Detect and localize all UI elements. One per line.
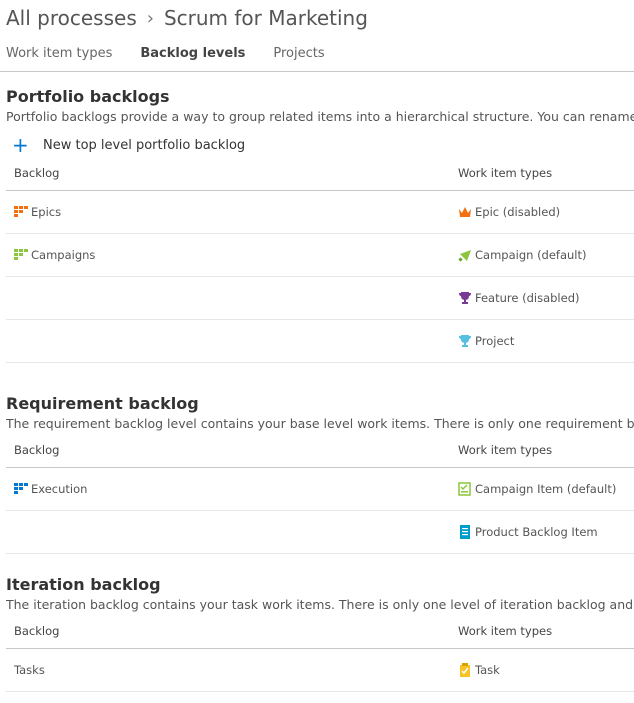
section-description: Portfolio backlogs provide a way to grou…	[6, 109, 634, 124]
new-portfolio-backlog-button[interactable]: + New top level portfolio backlog	[12, 134, 634, 156]
column-header-backlog: Backlog	[14, 624, 60, 638]
tab-backlog-levels[interactable]: Backlog levels	[140, 46, 245, 61]
backlog-blue-icon	[14, 483, 28, 494]
breadcrumb-current: Scrum for Marketing	[163, 6, 368, 30]
backlog-name: Execution	[31, 482, 88, 496]
checklist-icon	[458, 482, 471, 496]
section-title: Iteration backlog	[6, 575, 161, 594]
tab-bar: Work item types Backlog levels Projects	[6, 46, 353, 61]
column-header-work-item-types: Work item types	[458, 443, 553, 457]
megaphone-icon	[458, 250, 471, 262]
tab-work-item-types[interactable]: Work item types	[6, 46, 112, 61]
backlog-name: Epics	[31, 205, 62, 219]
table-row[interactable]: Epics Epic (disabled)	[6, 191, 634, 234]
table-row[interactable]: Tasks Task	[6, 649, 634, 692]
table-row[interactable]: Campaigns Campaign (default)	[6, 234, 634, 277]
requirement-table: Backlog Work item types Execution Campai…	[6, 433, 634, 554]
column-header-work-item-types: Work item types	[458, 166, 553, 180]
requirement-backlog-section: Requirement backlog The requirement back…	[6, 394, 634, 554]
table-header: Backlog Work item types	[6, 433, 634, 468]
work-item-type: Product Backlog Item	[475, 525, 598, 539]
breadcrumb-root-link[interactable]: All processes	[6, 6, 137, 30]
table-row[interactable]: Project	[6, 320, 634, 363]
work-item-type: Feature (disabled)	[475, 291, 580, 305]
work-item-type: Campaign Item (default)	[475, 482, 617, 496]
backlog-orange-icon	[14, 206, 28, 217]
section-title: Requirement backlog	[6, 394, 199, 413]
backlog-green-icon	[14, 249, 28, 260]
work-item-type: Project	[475, 334, 515, 348]
trophy-purple-icon	[459, 292, 471, 304]
plus-icon: +	[12, 133, 29, 157]
work-item-type: Epic (disabled)	[475, 205, 561, 219]
backlog-name: Tasks	[14, 663, 45, 677]
iteration-backlog-section: Iteration backlog The iteration backlog …	[6, 575, 634, 692]
column-header-backlog: Backlog	[14, 166, 60, 180]
table-header: Backlog Work item types	[6, 156, 634, 191]
table-header: Backlog Work item types	[6, 614, 634, 649]
column-header-work-item-types: Work item types	[458, 624, 553, 638]
section-description: The requirement backlog level contains y…	[6, 416, 634, 431]
tabs-divider	[0, 71, 634, 72]
chevron-right-icon: ›	[146, 7, 154, 29]
document-icon	[460, 525, 470, 539]
portfolio-backlogs-section: Portfolio backlogs Portfolio backlogs pr…	[6, 87, 634, 363]
clipboard-icon	[460, 663, 470, 677]
section-title: Portfolio backlogs	[6, 87, 170, 106]
tab-projects[interactable]: Projects	[273, 46, 324, 61]
table-row[interactable]: Feature (disabled)	[6, 277, 634, 320]
work-item-type: Task	[475, 663, 500, 677]
new-portfolio-backlog-label: New top level portfolio backlog	[43, 137, 246, 153]
table-row[interactable]: Execution Campaign Item (default)	[6, 468, 634, 511]
iteration-table: Backlog Work item types Tasks Task	[6, 614, 634, 692]
trophy-blue-icon	[459, 335, 471, 347]
crown-icon	[459, 207, 471, 217]
column-header-backlog: Backlog	[14, 443, 60, 457]
work-item-type: Campaign (default)	[475, 248, 587, 262]
section-description: The iteration backlog contains your task…	[6, 597, 634, 612]
backlog-name: Campaigns	[31, 248, 96, 262]
breadcrumb: All processes › Scrum for Marketing	[6, 4, 368, 32]
portfolio-table: Backlog Work item types Epics Epic (disa…	[6, 156, 634, 363]
table-row[interactable]: Product Backlog Item	[6, 511, 634, 554]
